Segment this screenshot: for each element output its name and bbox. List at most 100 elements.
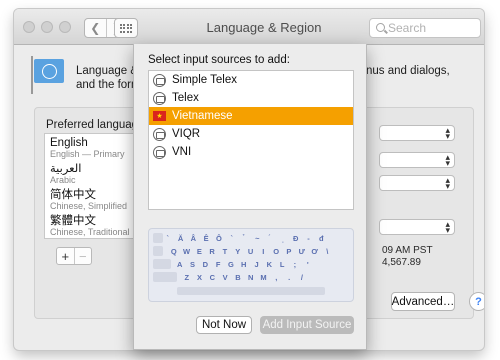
keyboard-key: ~: [255, 233, 260, 243]
keyboard-key: ,: [275, 272, 278, 282]
advanced-button[interactable]: Advanced…: [391, 292, 455, 311]
add-language-button[interactable]: +: [57, 248, 75, 264]
vietnam-flag-icon: ★: [153, 111, 166, 121]
close-window-button[interactable]: [23, 21, 35, 33]
region-popup[interactable]: ▴ ▾: [379, 125, 455, 141]
keyboard-key: G: [228, 259, 234, 269]
keyboard-key: O: [273, 246, 280, 256]
keyboard-key: Đ: [293, 233, 299, 243]
keyboard-key: W: [183, 246, 191, 256]
blank-key: [153, 246, 163, 256]
search-placeholder: Search: [388, 21, 427, 35]
keyboard-key: -: [307, 233, 310, 243]
help-button[interactable]: ?: [469, 292, 484, 311]
back-chevron-icon[interactable]: ❮: [85, 19, 107, 37]
input-source-item-selected[interactable]: ★ Vietnamese: [149, 107, 353, 125]
spacebar-key: [177, 287, 325, 295]
keyboard-layout-preview: ` Ă Â Ê Ô ` ̉ ~ ́ ̣ Đ - đ Q W E R T Y U …: [148, 228, 354, 302]
language-subtitle: Chinese, Simplified: [50, 201, 128, 211]
keyboard-key: X: [197, 272, 203, 282]
popup-chevrons-icon: ▴ ▾: [445, 125, 450, 141]
keyboard-key: \: [326, 246, 329, 256]
keyboard-globe-icon: [153, 127, 166, 141]
first-day-popup[interactable]: ▴ ▾: [379, 152, 455, 168]
language-subtitle: Arabic: [50, 175, 76, 185]
keyboard-key: .: [288, 272, 291, 282]
keyboard-key: N: [248, 272, 254, 282]
keyboard-key: H: [241, 259, 247, 269]
keyboard-key: U: [247, 246, 254, 256]
input-source-item[interactable]: Simple Telex: [149, 71, 353, 89]
keyboard-key: P: [286, 246, 292, 256]
keyboard-key: ́: [264, 232, 276, 244]
popup-chevrons-icon: ▴ ▾: [445, 152, 450, 168]
keyboard-key: Ư: [298, 246, 305, 256]
language-name: العربية: [50, 163, 82, 175]
language-item[interactable]: 简体中文 Chinese, Simplified: [45, 186, 143, 212]
keyboard-key: ̉: [239, 232, 251, 244]
keyboard-key: J: [254, 259, 259, 269]
flag-pole: [31, 56, 33, 94]
keyboard-key: Q: [170, 246, 177, 256]
description-text-tail: nus and dialogs,: [366, 64, 481, 78]
sheet-prompt: Select input sources to add:: [148, 54, 290, 66]
grid-icon: [119, 23, 133, 33]
time-format-example: 09 AM PST: [382, 245, 433, 256]
temperature-popup[interactable]: ▴ ▾: [379, 219, 455, 235]
keyboard-key: S: [190, 259, 196, 269]
keyboard-globe-icon: [153, 145, 166, 159]
keyboard-key: ̣: [277, 232, 289, 244]
blank-key: [153, 259, 171, 269]
keyboard-key: A: [177, 259, 183, 269]
keyboard-key: C: [209, 272, 216, 282]
keyboard-key: R: [209, 246, 215, 256]
keyboard-key: I: [262, 246, 265, 256]
keyboard-key: Z: [184, 272, 190, 282]
input-source-item[interactable]: Telex: [149, 89, 353, 107]
keyboard-key: Ă: [177, 233, 184, 243]
number-format-example: 4,567.89: [382, 257, 421, 268]
popup-chevrons-icon: ▴ ▾: [445, 219, 450, 235]
keyboard-row-4: Z X C V B N M , . /: [181, 271, 309, 283]
language-item[interactable]: العربية Arabic: [45, 160, 143, 186]
show-all-grid-button[interactable]: [114, 18, 138, 38]
zoom-window-button[interactable]: [59, 21, 71, 33]
keyboard-key: V: [222, 272, 228, 282]
preferred-languages-list[interactable]: English English — Primary العربية Arabic…: [44, 133, 144, 239]
keyboard-key: ;: [293, 259, 297, 269]
input-source-item[interactable]: VNI: [149, 143, 353, 161]
keyboard-key: đ: [319, 233, 324, 243]
keyboard-globe-icon: [153, 73, 166, 87]
keyboard-key: B: [235, 272, 241, 282]
keyboard-key: L: [279, 259, 285, 269]
un-flag-icon: [34, 59, 64, 83]
description-tail-line-1: nus and dialogs,: [366, 65, 450, 77]
language-item[interactable]: 繁體中文 Chinese, Traditional: [45, 212, 143, 238]
keyboard-key: /: [300, 272, 303, 282]
add-input-source-button[interactable]: Add Input Source: [260, 316, 354, 334]
language-name: English: [50, 137, 88, 149]
keyboard-row-2: Q W E R T Y U I O P Ư Ơ \: [168, 245, 334, 257]
not-now-button[interactable]: Not Now: [196, 316, 252, 334]
keyboard-key: K: [266, 259, 273, 269]
keyboard-key: Â: [190, 233, 197, 243]
keyboard-row-3: A S D F G H J K L ; ': [174, 258, 315, 270]
input-source-sheet: Select input sources to add: Simple Tele…: [133, 44, 367, 350]
language-subtitle: Chinese, Traditional: [50, 227, 130, 237]
input-source-item[interactable]: VIQR: [149, 125, 353, 143]
calendar-popup[interactable]: ▴ ▾: [379, 175, 455, 191]
language-name: 繁體中文: [50, 215, 96, 227]
minimize-window-button[interactable]: [41, 21, 53, 33]
input-source-label: Telex: [172, 92, 199, 104]
add-remove-language-control: + −: [56, 247, 92, 265]
keyboard-key: `: [230, 233, 233, 243]
language-subtitle: English — Primary: [50, 149, 125, 159]
input-source-label: VIQR: [172, 128, 201, 140]
keyboard-key: T: [222, 246, 228, 256]
keyboard-key: M: [260, 272, 267, 282]
keyboard-key: F: [215, 259, 221, 269]
language-item[interactable]: English English — Primary: [45, 134, 143, 160]
input-source-list[interactable]: Simple Telex Telex ★ Vietnamese VIQR VNI: [148, 70, 354, 210]
remove-language-button[interactable]: −: [75, 248, 92, 264]
search-input[interactable]: Search: [369, 18, 481, 38]
